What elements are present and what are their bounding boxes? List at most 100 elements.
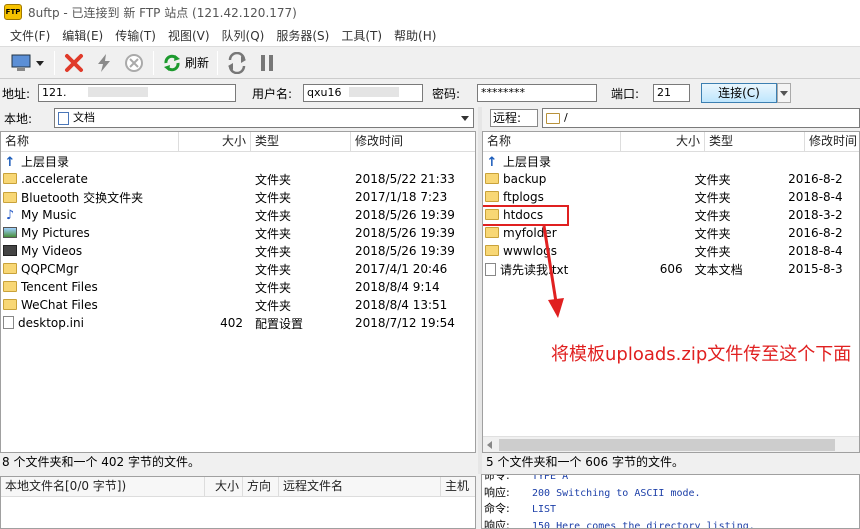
col-mtime[interactable]: 修改时间 [805,132,859,151]
folder-icon [485,173,499,184]
file-mtime: 2018/5/26 19:39 [355,244,455,258]
file-mtime: 2018/7/12 19:54 [355,316,455,330]
col-size[interactable]: 大小 [179,132,251,151]
col-mtime[interactable]: 修改时间 [351,132,475,151]
horizontal-scrollbar[interactable] [483,436,859,452]
file-name: 上层目录 [503,154,552,169]
scroll-thumb[interactable] [499,439,835,451]
col-size[interactable]: 大小 [205,477,243,496]
col-remote-filename[interactable]: 远程文件名 [279,477,441,496]
menu-edit[interactable]: 编辑(E) [56,27,109,44]
col-local-filename[interactable]: 本地文件名[0/0 字节]) [1,477,205,496]
file-type: 文件夹 [255,208,292,223]
videos-icon [3,245,17,256]
col-host[interactable]: 主机 [441,477,475,496]
transfer-mode-button[interactable] [222,50,252,76]
file-row[interactable]: desktop.ini 402 配置设置 2018/7/12 19:54 [1,314,475,332]
file-mtime: 2018-8-4 [788,190,843,204]
pause-button[interactable] [252,50,282,76]
file-name: My Videos [21,244,83,258]
file-row[interactable]: backup 文件夹 2016-8-2 [483,170,859,188]
file-type: 文件夹 [694,190,731,205]
local-path-combo[interactable]: 文档 [54,108,474,128]
reconnect-button[interactable] [89,50,119,76]
file-icon [485,262,496,276]
file-type: 文件夹 [255,298,292,313]
folder-icon [485,245,499,256]
file-row[interactable]: ↑ 上层目录 [1,152,475,170]
file-row[interactable]: My Pictures 文件夹 2018/5/26 19:39 [1,224,475,242]
folder-icon [3,281,17,292]
menu-help[interactable]: 帮助(H) [388,27,442,44]
file-row[interactable]: Tencent Files 文件夹 2018/8/4 9:14 [1,278,475,296]
address-input[interactable]: 121. [38,84,236,102]
menu-server[interactable]: 服务器(S) [270,27,335,44]
file-row[interactable]: ↑ 上层目录 [483,152,859,170]
log-message: LIST [532,504,557,515]
username-input[interactable]: qxu16 [303,84,423,102]
local-list-header: 名称 大小 类型 修改时间 [1,132,475,152]
file-mtime: 2016-8-2 [788,172,843,186]
password-input[interactable]: ******** [477,84,597,102]
port-input[interactable]: 21 [653,84,690,102]
menu-transfer[interactable]: 传输(T) [109,27,162,44]
file-name: QQPCMgr [21,262,79,276]
remote-status: 5 个文件夹和一个 606 字节的文件。 [486,455,684,469]
toolbar-separator [54,50,55,75]
file-row[interactable]: QQPCMgr 文件夹 2017/4/1 20:46 [1,260,475,278]
scroll-left-icon[interactable] [485,439,495,451]
computer-icon [11,54,31,71]
file-type: 文件夹 [694,244,731,259]
file-name-cell: My Pictures [1,226,179,240]
menu-tools[interactable]: 工具(T) [335,27,388,44]
col-name[interactable]: 名称 [1,132,179,151]
pictures-icon [3,227,17,238]
col-name[interactable]: 名称 [483,132,621,151]
menu-file[interactable]: 文件(F) [4,27,56,44]
file-name-cell: QQPCMgr [1,262,179,276]
file-type: 文件夹 [255,244,292,259]
remote-file-list: 名称 大小 类型 修改时间 ↑ 上层目录 backup 文件夹 2016-8-2 ftpl… [482,131,860,453]
chevron-down-icon[interactable] [34,53,46,73]
toolbar-separator [217,50,219,75]
file-row[interactable]: WeChat Files 文件夹 2018/8/4 13:51 [1,296,475,314]
local-label: 本地: [4,111,33,126]
file-row[interactable]: ♪ My Music 文件夹 2018/5/26 19:39 [1,206,475,224]
highlight-box [483,205,569,226]
cancel-button[interactable] [119,50,149,76]
log-line: 响应: 150 Here comes the directory listing. [484,518,859,529]
file-name: Tencent Files [21,280,98,294]
log-message: 150 Here comes the directory listing. [532,520,755,529]
connect-dropdown-button[interactable] [777,83,791,103]
col-type[interactable]: 类型 [705,132,805,151]
col-direction[interactable]: 方向 [243,477,279,496]
address-label: 地址: [2,87,31,101]
file-type: 文件夹 [255,280,292,295]
col-type[interactable]: 类型 [251,132,351,151]
log-kind: 响应: [484,485,510,499]
file-type: 配置设置 [255,316,304,331]
remote-path-combo[interactable]: / [542,108,860,128]
log-pane: 命令: TYPE A 响应: 200 Switching to ASCII mode.… [481,474,860,529]
menu-queue[interactable]: 队列(Q) [216,27,271,44]
file-row[interactable]: My Videos 文件夹 2018/5/26 19:39 [1,242,475,260]
file-name-cell: backup [483,172,612,186]
chevron-down-icon[interactable] [459,111,471,127]
log-kind: 命令: [484,502,510,515]
menu-view[interactable]: 视图(V) [162,27,216,44]
file-type: 文件夹 [255,190,292,205]
file-row[interactable]: Bluetooth 交换文件夹 文件夹 2017/1/18 7:23 [1,188,475,206]
connect-button[interactable]: 连接(C) [701,83,777,103]
folder-open-icon [546,112,560,124]
file-name-cell: Bluetooth 交换文件夹 [1,189,179,206]
file-mtime: 2018/8/4 9:14 [355,280,440,294]
refresh-button[interactable]: 刷新 [158,50,213,76]
log-line: 命令: LIST [484,501,859,518]
site-manager-button[interactable] [6,50,50,76]
file-mtime: 2016-8-2 [788,226,843,240]
file-row[interactable]: .accelerate 文件夹 2018/5/22 21:33 [1,170,475,188]
remote-pane: 远程: / 名称 大小 类型 修改时间 ↑ 上层目录 backup 文件夹 2016-8… [482,107,860,474]
disconnect-button[interactable] [59,50,89,76]
file-row[interactable]: ftplogs 文件夹 2018-8-4 [483,188,859,206]
col-size[interactable]: 大小 [621,132,705,151]
